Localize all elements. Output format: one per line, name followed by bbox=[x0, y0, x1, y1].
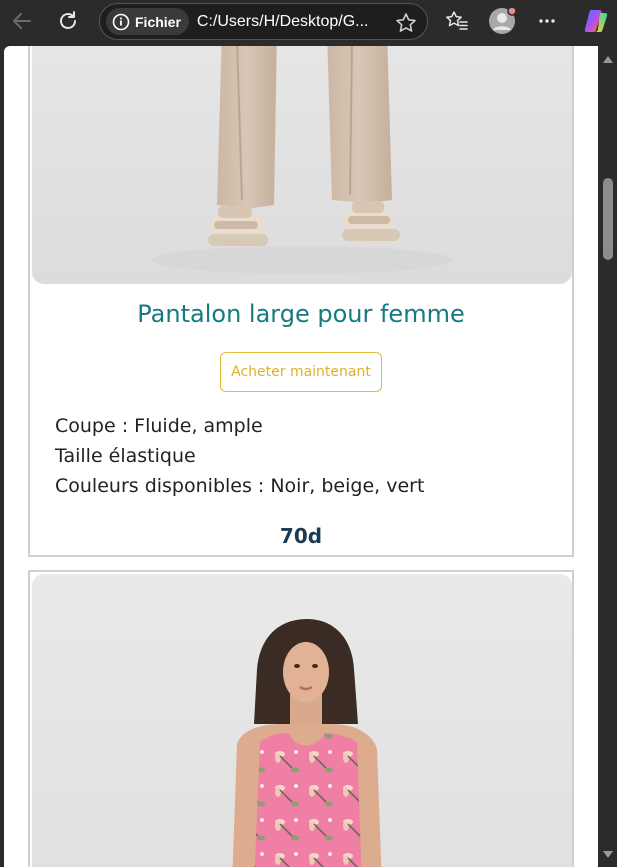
site-info-chip[interactable]: Fichier bbox=[106, 8, 189, 35]
product-image bbox=[32, 574, 572, 867]
profile-button[interactable] bbox=[486, 5, 518, 37]
copilot-icon bbox=[584, 10, 608, 32]
more-menu-button[interactable] bbox=[531, 5, 563, 37]
reload-icon bbox=[60, 11, 76, 29]
copilot-button[interactable] bbox=[580, 5, 612, 37]
favorites-button[interactable] bbox=[441, 5, 473, 37]
back-button[interactable] bbox=[6, 5, 38, 37]
product-price: 70d bbox=[279, 524, 323, 548]
scroll-down-arrow-icon[interactable] bbox=[603, 851, 613, 858]
product-title: Pantalon large pour femme bbox=[137, 300, 465, 328]
back-arrow-icon bbox=[13, 13, 31, 29]
url-text: C:/Users/H/Desktop/G... bbox=[196, 12, 369, 30]
browser-toolbar: Fichier C:/Users/H/Desktop/G... bbox=[0, 0, 617, 46]
scroll-thumb[interactable] bbox=[603, 178, 613, 260]
product-detail-line: Taille élastique bbox=[55, 445, 196, 467]
product-card: Pantalon large pour femme Acheter mainte… bbox=[28, 46, 574, 557]
vertical-scrollbar[interactable] bbox=[598, 46, 617, 867]
more-dots-icon bbox=[539, 19, 555, 23]
star-icon bbox=[396, 13, 416, 32]
address-bar[interactable]: Fichier C:/Users/H/Desktop/G... bbox=[99, 3, 428, 40]
product-detail-line: Coupe : Fluide, ample bbox=[55, 415, 263, 437]
product-photo-floral-top bbox=[232, 619, 382, 867]
product-photo-trousers bbox=[152, 46, 452, 274]
product-image bbox=[32, 46, 572, 284]
product-detail-line: Couleurs disponibles : Noir, beige, vert bbox=[55, 475, 425, 497]
buy-now-button[interactable]: Acheter maintenant bbox=[220, 352, 382, 392]
product-card bbox=[28, 570, 574, 867]
page-viewport: Pantalon large pour femme Acheter mainte… bbox=[4, 46, 598, 867]
site-chip-label: Fichier bbox=[135, 13, 181, 30]
avatar-icon bbox=[489, 6, 517, 34]
favorite-star-button[interactable] bbox=[395, 12, 417, 39]
scroll-up-arrow-icon[interactable] bbox=[603, 56, 613, 63]
product-details: Coupe : Fluide, ample Taille élastique C… bbox=[55, 411, 424, 501]
reload-button[interactable] bbox=[52, 5, 84, 37]
info-icon bbox=[112, 13, 130, 30]
favorites-list-icon bbox=[446, 11, 468, 30]
